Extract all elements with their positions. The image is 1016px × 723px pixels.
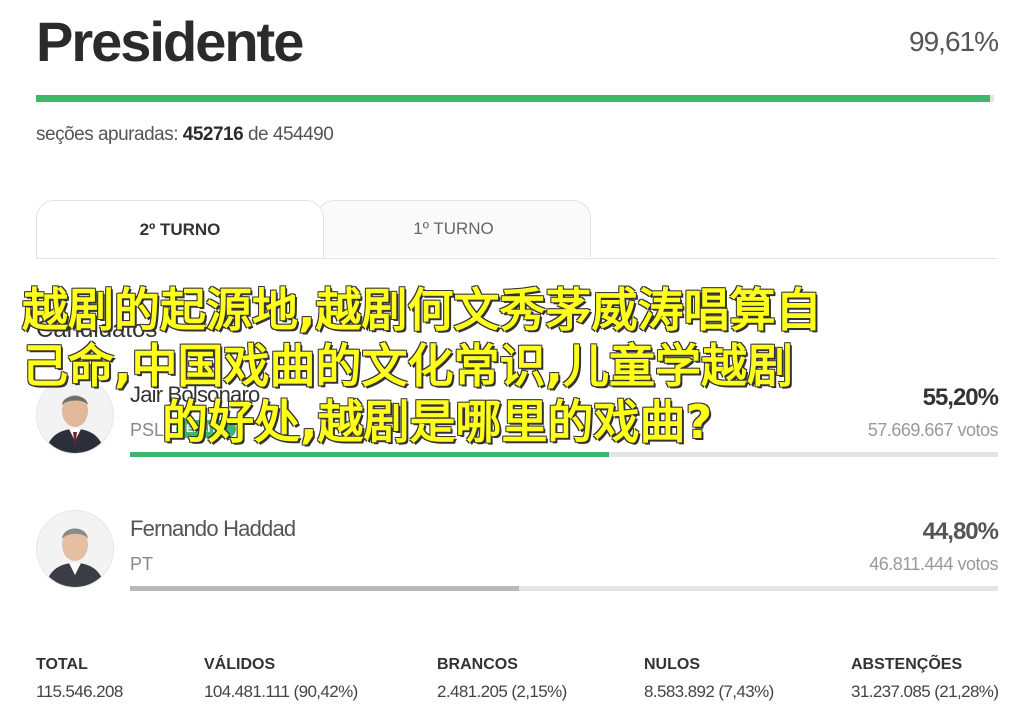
candidate-name: Fernando Haddad (130, 516, 296, 541)
candidate-party: PSL (130, 420, 165, 440)
blank-votes: BRANCOS 2.481.205 (2,15%) (437, 656, 567, 702)
avatar (36, 510, 114, 588)
candidate-row[interactable]: Jair Bolsonaro PSL ELEITO 55,20% 57.669.… (36, 368, 999, 468)
abstentions-value: 31.237.085 (21,28%) (851, 682, 999, 701)
candidates-heading: Candidatos (36, 316, 158, 343)
abstentions-label: ABSTENÇÕES (851, 656, 963, 673)
sections-total-value: 454490 (272, 124, 334, 145)
page-title: Presidente (36, 10, 304, 73)
sections-counted-value: 452716 (182, 124, 244, 145)
sections-label: seções apuradas: (36, 124, 179, 145)
null-label: NULOS (644, 656, 700, 673)
total-value: 115.546.208 (36, 682, 123, 701)
candidate-row[interactable]: Fernando Haddad PT 44,80% 46.811.444 vot… (36, 502, 999, 602)
candidate-votes: 46.811.444 votos (869, 554, 998, 574)
abstentions: ABSTENÇÕES 31.237.085 (21,28%) (851, 656, 999, 702)
tab-second-round[interactable]: 2º TURNO (36, 200, 324, 258)
round-tabs: 1º TURNO 2º TURNO (36, 200, 998, 259)
candidate-vote-bar-fill (130, 452, 610, 457)
candidate-party: PT (130, 554, 154, 574)
candidate-vote-bar (130, 586, 998, 591)
candidate-name: Jair Bolsonaro (130, 382, 260, 407)
avatar (36, 376, 114, 454)
sections-counted: seções apuradas: 452716 de 454490 (36, 124, 334, 146)
tab-first-round[interactable]: 1º TURNO (316, 200, 591, 257)
blank-value: 2.481.205 (2,15%) (437, 682, 567, 701)
candidate-votes: 57.669.667 votos (867, 420, 999, 440)
elected-badge: ELEITO (176, 420, 236, 438)
counted-percent: 99,61% (909, 26, 999, 57)
sections-of: de (247, 124, 269, 145)
null-value: 8.583.892 (7,43%) (644, 682, 774, 701)
person-icon (37, 511, 113, 587)
counting-progress-bar (36, 95, 994, 102)
candidate-percent: 44,80% (922, 518, 999, 545)
valid-votes: VÁLIDOS 104.481.111 (90,42%) (204, 656, 358, 702)
candidate-percent: 55,20% (922, 384, 999, 411)
candidate-vote-bar (130, 452, 998, 457)
blank-label: BRANCOS (437, 656, 518, 673)
valid-label: VÁLIDOS (204, 656, 276, 673)
counting-progress-fill (36, 95, 991, 102)
null-votes: NULOS 8.583.892 (7,43%) (644, 656, 774, 702)
candidate-vote-bar-fill (130, 586, 519, 591)
election-results-page: Presidente 99,61% seções apuradas: 45271… (0, 0, 1016, 723)
total-label: TOTAL (36, 656, 88, 673)
valid-value: 104.481.111 (90,42%) (204, 682, 358, 701)
person-icon (37, 377, 113, 453)
total-votes: TOTAL 115.546.208 (36, 656, 123, 702)
